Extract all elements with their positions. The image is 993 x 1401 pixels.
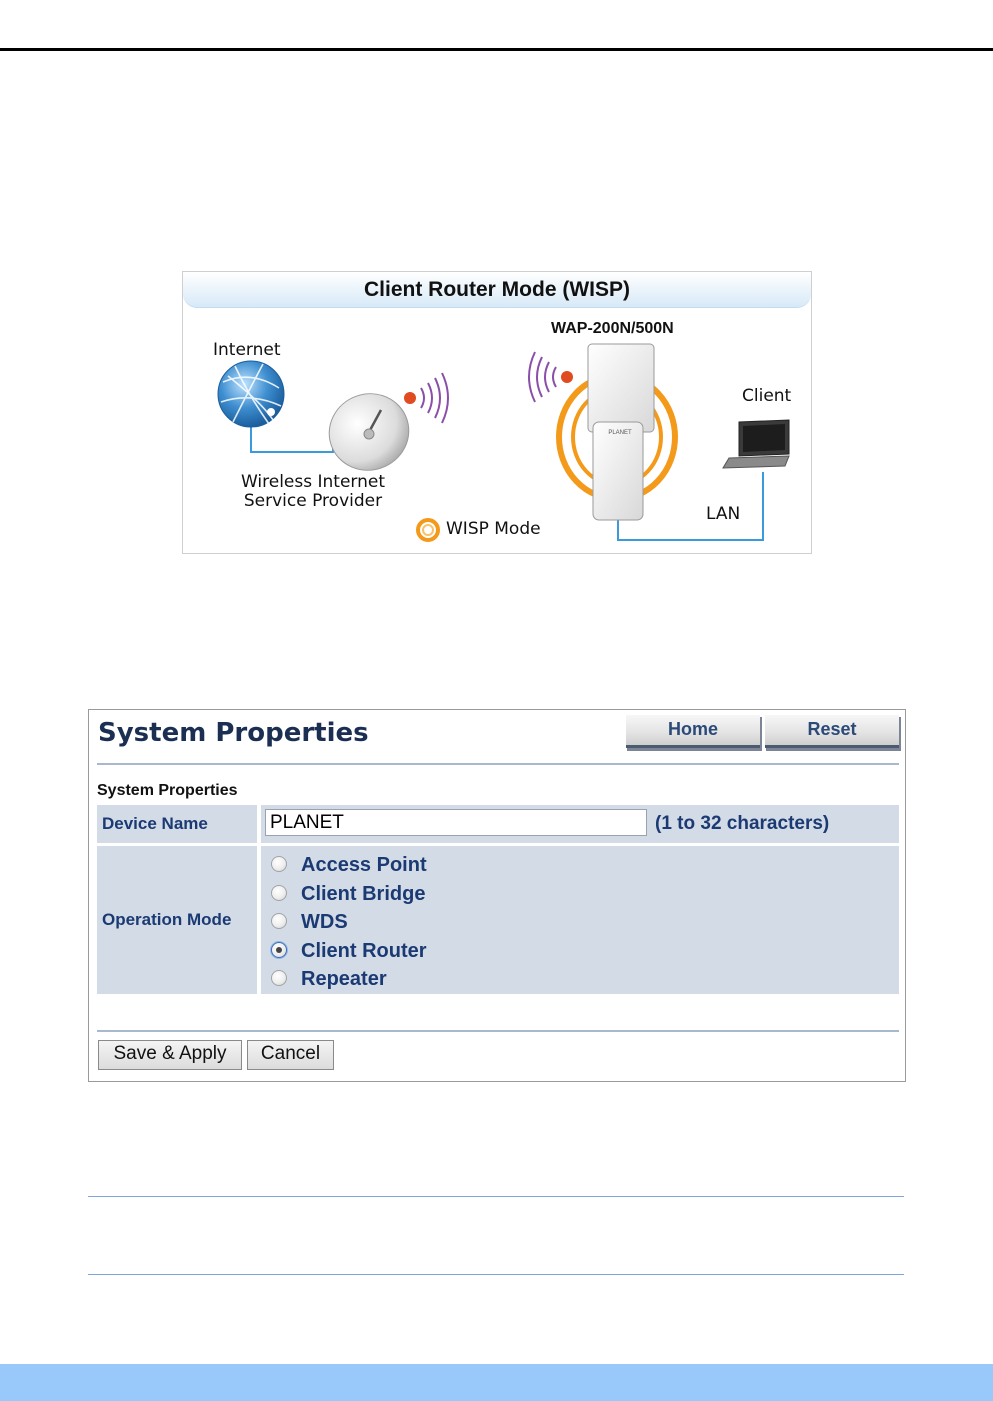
access-point-radio[interactable]	[271, 856, 287, 872]
client-label: Client	[742, 386, 792, 406]
lan-label: LAN	[706, 504, 741, 524]
device-name-label: Device Name	[102, 814, 208, 833]
client-router-radio[interactable]	[271, 942, 287, 958]
mode-option-label: Client Router	[301, 940, 427, 962]
note-top-rule	[88, 1196, 904, 1197]
cancel-button[interactable]: Cancel	[247, 1040, 334, 1070]
title-divider	[97, 763, 899, 765]
wisp-mode-legend-icon	[416, 518, 440, 542]
reset-button[interactable]: Reset	[764, 714, 899, 748]
operation-mode-label: Operation Mode	[102, 910, 232, 929]
footer-divider	[97, 1030, 899, 1032]
section-heading: System Properties	[97, 782, 238, 799]
page-footer-bar	[0, 1364, 993, 1401]
system-properties-panel: System Properties Home Reset System Prop…	[88, 709, 906, 1082]
save-apply-button[interactable]: Save & Apply	[98, 1040, 242, 1070]
operation-mode-options-cell: Access Point Client Bridge WDS Client Ro…	[261, 846, 899, 994]
internet-link-line	[250, 422, 334, 453]
device-name-hint: (1 to 32 characters)	[655, 813, 830, 834]
client-bridge-radio[interactable]	[271, 885, 287, 901]
device-name-input[interactable]	[265, 809, 647, 836]
device-signal-waves-icon	[528, 351, 573, 403]
device-name-label-cell: Device Name	[97, 805, 257, 843]
wisp-mode-label: WISP Mode	[446, 519, 541, 539]
internet-label: Internet	[213, 340, 281, 360]
mode-option-label: Access Point	[301, 854, 427, 876]
header-rule	[0, 48, 993, 51]
page-title: System Properties	[98, 718, 369, 748]
device-brand-text: PLANET	[608, 430, 632, 436]
wisp-provider-label-line2: Service Provider	[243, 491, 383, 511]
note-bottom-rule	[88, 1274, 904, 1275]
home-button[interactable]: Home	[625, 714, 760, 748]
device-model-label: WAP-200N/500N	[551, 320, 674, 337]
globe-icon	[217, 360, 285, 428]
operation-mode-label-cell: Operation Mode	[97, 846, 257, 994]
wisp-provider-label-line1: Wireless Internet	[240, 472, 386, 492]
repeater-radio[interactable]	[271, 970, 287, 986]
signal-waves-icon	[404, 372, 449, 424]
mode-option-label: Client Bridge	[301, 883, 426, 905]
device-name-value-cell: (1 to 32 characters)	[261, 805, 899, 843]
laptop-icon	[722, 419, 790, 469]
mode-option-label: Repeater	[301, 968, 387, 990]
wisp-diagram: Client Router Mode (WISP) PLANET Interne…	[182, 271, 812, 554]
wds-radio[interactable]	[271, 913, 287, 929]
mode-option-label: WDS	[301, 911, 348, 933]
